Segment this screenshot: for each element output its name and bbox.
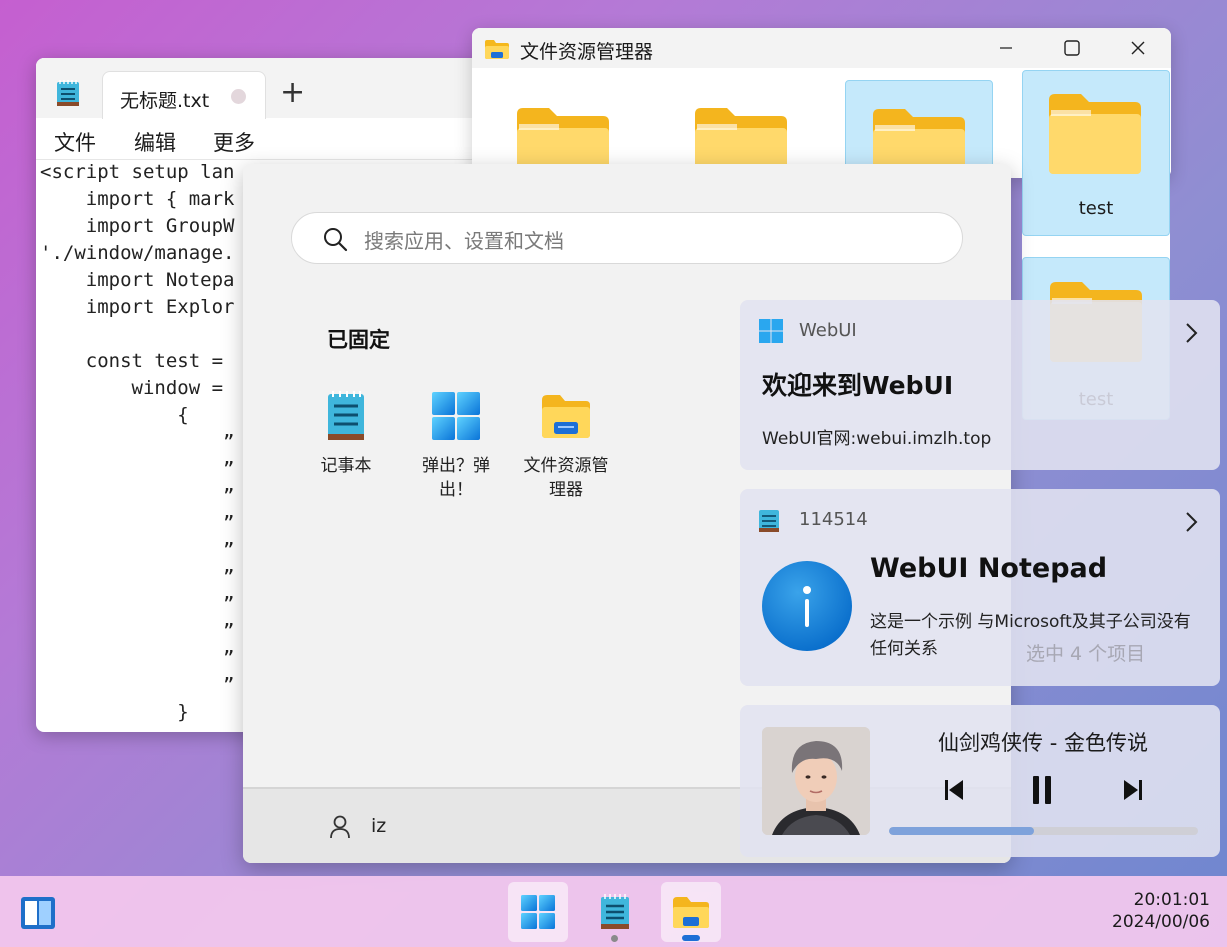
code-line: const test =	[40, 350, 224, 372]
next-track-icon[interactable]	[1122, 775, 1144, 805]
notification-title: 欢迎来到WebUI	[762, 371, 954, 400]
notepad-icon	[601, 894, 629, 929]
pinned-app-label: 弹出？弹出！	[422, 456, 490, 500]
search-icon	[324, 228, 348, 252]
windows-logo-icon	[759, 319, 783, 343]
notification-title: WebUI Notepad	[870, 553, 1108, 584]
close-button[interactable]	[1105, 28, 1171, 68]
chevron-right-icon[interactable]	[1184, 511, 1198, 533]
taskbar-start-button[interactable]	[508, 882, 568, 942]
previous-track-icon[interactable]	[943, 775, 965, 805]
code-line: ”	[40, 647, 235, 669]
notification-webui[interactable]: WebUI 欢迎来到WebUI WebUI官网:webui.imzlh.top	[740, 300, 1220, 470]
taskbar: 20:01:01 2024/00/06	[0, 876, 1227, 947]
user-name[interactable]: iz	[371, 815, 386, 837]
new-tab-button[interactable]: +	[280, 78, 305, 108]
code-line: }	[40, 701, 189, 723]
notification-notepad[interactable]: 114514 WebUI Notepad 这是一个示例 与Microsoft及其…	[740, 489, 1220, 686]
windows-logo-icon	[430, 390, 482, 442]
notification-app-name: WebUI	[799, 320, 857, 341]
clock-time: 20:01:01	[1133, 890, 1210, 910]
explorer-title-bar: 文件资源管理器	[472, 28, 1171, 68]
code-line: ”	[40, 431, 235, 453]
notepad-tab-bar: 无标题.txt +	[36, 58, 496, 120]
search-input[interactable]: 搜索应用、设置和文档	[291, 212, 963, 264]
taskbar-clock[interactable]: 20:01:01 2024/00/06	[1112, 889, 1210, 933]
minimize-button[interactable]	[973, 28, 1039, 68]
chevron-right-icon[interactable]	[1184, 322, 1198, 344]
maximize-button[interactable]	[1039, 28, 1105, 68]
windows-logo-icon	[521, 895, 555, 929]
notepad-icon	[320, 390, 372, 442]
code-line: import GroupW	[40, 215, 235, 237]
code-line: {	[40, 404, 189, 426]
pinned-app-label: 记事本	[320, 456, 372, 476]
code-line: import Explor	[40, 296, 235, 318]
song-title: 仙剑鸡侠传 - 金色传说	[938, 731, 1148, 755]
notification-app-name: 114514	[799, 509, 868, 530]
pinned-app-popup[interactable]: 弹出？弹出！	[407, 390, 505, 502]
search-placeholder: 搜索应用、设置和文档	[364, 229, 564, 253]
code-line: ”	[40, 620, 235, 642]
pinned-app-label: 文件资源管理器	[523, 456, 609, 500]
menu-file[interactable]: 文件	[54, 127, 96, 157]
code-line: ”	[40, 674, 235, 696]
notepad-menu-bar: 文件 编辑 更多	[36, 119, 496, 160]
code-line: ”	[40, 593, 235, 615]
playback-progress-fill	[889, 827, 1035, 835]
tab-untitled[interactable]: 无标题.txt	[102, 71, 266, 120]
media-player: 仙剑鸡侠传 - 金色传说	[740, 705, 1220, 857]
maximize-icon	[1064, 40, 1080, 56]
code-line: './window/manage.	[40, 242, 235, 264]
code-line: window =	[40, 377, 224, 399]
folder-label: test	[1078, 198, 1114, 219]
file-explorer-icon	[673, 897, 709, 928]
running-indicator	[611, 935, 618, 942]
menu-edit[interactable]: 编辑	[134, 127, 176, 157]
user-icon[interactable]	[329, 815, 351, 839]
code-line: ”	[40, 512, 235, 534]
taskbar-notepad[interactable]	[585, 882, 645, 942]
code-line: import { mark	[40, 188, 235, 210]
folder-icon	[1049, 94, 1141, 174]
explorer-status-text: 选中 4 个项目	[1026, 643, 1146, 665]
playback-progress-bar[interactable]	[889, 827, 1198, 835]
taskbar-file-explorer[interactable]	[661, 882, 721, 942]
pinned-app-notepad[interactable]: 记事本	[297, 390, 395, 478]
close-icon	[1131, 41, 1145, 55]
widgets-icon[interactable]	[20, 896, 56, 930]
pinned-section-title: 已固定	[327, 328, 390, 352]
code-line: ”	[40, 539, 235, 561]
pinned-app-file-explorer[interactable]: 文件资源管理器	[517, 390, 615, 502]
code-line: ”	[40, 458, 235, 480]
info-icon	[762, 561, 852, 651]
active-indicator	[682, 935, 700, 941]
file-explorer-icon	[484, 38, 510, 64]
code-line: ”	[40, 566, 235, 588]
code-line: import Notepa	[40, 269, 235, 291]
album-art-image	[762, 727, 870, 835]
file-explorer-icon	[540, 390, 592, 442]
code-line: <script setup lan	[40, 161, 235, 183]
menu-more[interactable]: 更多	[213, 127, 255, 157]
clock-date: 2024/00/06	[1112, 912, 1210, 932]
tab-title: 无标题.txt	[120, 90, 210, 112]
notepad-icon	[56, 79, 80, 111]
unsaved-dot-icon[interactable]	[231, 89, 246, 104]
minimize-icon	[1000, 47, 1012, 49]
notification-body: WebUI官网:webui.imzlh.top	[762, 429, 992, 449]
notepad-icon	[759, 510, 779, 532]
explorer-title: 文件资源管理器	[520, 41, 654, 63]
code-line: ”	[40, 485, 235, 507]
pause-icon[interactable]	[1030, 775, 1054, 805]
